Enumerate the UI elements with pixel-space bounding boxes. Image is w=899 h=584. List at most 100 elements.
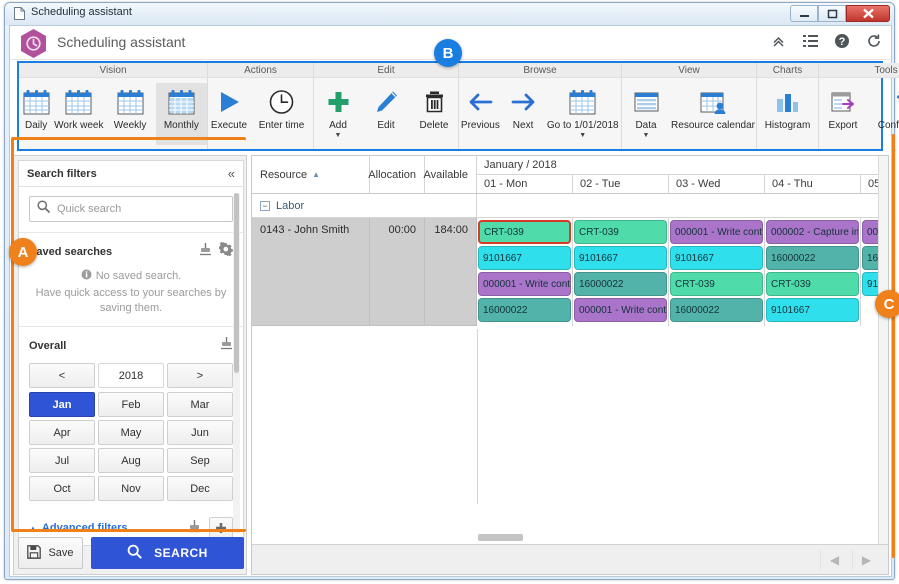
save-button[interactable]: Save bbox=[18, 537, 83, 569]
month-button-aug[interactable]: Aug bbox=[98, 448, 164, 473]
grid-inner-hscrollbar[interactable] bbox=[478, 533, 888, 542]
task-block[interactable]: 9101667 bbox=[670, 246, 763, 270]
chevron-down-icon[interactable]: ▼ bbox=[643, 132, 650, 139]
column-header-available[interactable]: Available bbox=[424, 156, 477, 193]
ribbon-button-label: Configurations bbox=[877, 120, 899, 131]
ribbon-button-resource-calendar[interactable]: Resource calendar bbox=[670, 83, 756, 145]
prev-year-button[interactable]: < bbox=[29, 363, 95, 388]
task-block[interactable]: CRT-039 bbox=[766, 272, 859, 296]
page-next-button[interactable]: ▶ bbox=[852, 548, 880, 571]
ribbon-button-enter-time[interactable]: Enter time bbox=[250, 83, 313, 145]
task-block[interactable]: 16000022 bbox=[766, 246, 859, 270]
task-block[interactable]: 000002 - Capture image bbox=[766, 220, 859, 244]
task-block[interactable]: 000001 - Write content bbox=[478, 272, 571, 296]
help-icon[interactable]: ? bbox=[833, 32, 851, 50]
month-button-sep[interactable]: Sep bbox=[167, 448, 233, 473]
chevron-down-icon[interactable]: ▼ bbox=[579, 132, 586, 139]
day-header-01[interactable]: 01 - Mon bbox=[477, 175, 573, 193]
close-button[interactable] bbox=[846, 5, 890, 22]
page-previous-button[interactable]: ◀ bbox=[820, 548, 848, 571]
task-block[interactable]: 000002 bbox=[862, 220, 878, 244]
ribbon-button-histogram[interactable]: Histogram bbox=[757, 83, 818, 145]
task-block[interactable]: 16000022 bbox=[862, 246, 878, 270]
task-block[interactable]: 9101667 bbox=[862, 272, 878, 296]
day-header-04[interactable]: 04 - Thu bbox=[765, 175, 861, 193]
ribbon-group-tools: Tools Export Conf bbox=[819, 63, 899, 149]
ribbon-button-goto-date[interactable]: Go to 1/01/2018 ▼ bbox=[544, 83, 621, 145]
search-input[interactable]: Quick search bbox=[29, 196, 233, 222]
task-block[interactable]: 9101667 bbox=[574, 246, 667, 270]
ribbon-button-configurations[interactable]: Configurations bbox=[867, 83, 899, 145]
task-block[interactable]: 9101667 bbox=[766, 298, 859, 322]
data-grid-icon bbox=[633, 87, 660, 117]
month-button-apr[interactable]: Apr bbox=[29, 420, 95, 445]
ribbon-button-work-week[interactable]: Work week bbox=[53, 83, 104, 145]
ribbon-button-weekly[interactable]: Weekly bbox=[104, 83, 155, 145]
ribbon-button-export[interactable]: Export bbox=[819, 83, 867, 145]
cell-allocation: 00:00 bbox=[370, 218, 425, 326]
task-block[interactable]: 16000022 bbox=[478, 298, 571, 322]
day-header-03[interactable]: 03 - Wed bbox=[669, 175, 765, 193]
scrollbar-thumb[interactable] bbox=[234, 193, 239, 373]
ribbon-button-delete[interactable]: Delete bbox=[410, 83, 458, 145]
month-button-may[interactable]: May bbox=[98, 420, 164, 445]
group-row-labor[interactable]: − Labor bbox=[252, 194, 878, 218]
day-header-02[interactable]: 02 - Tue bbox=[573, 175, 669, 193]
chevron-down-icon[interactable]: ▼ bbox=[335, 132, 342, 139]
table-row[interactable]: 0143 - John Smith 00:00 184:00 CRT-039 9… bbox=[252, 218, 878, 326]
arrow-left-icon bbox=[467, 87, 494, 117]
refresh-icon[interactable] bbox=[865, 32, 883, 50]
task-block[interactable]: 16000022 bbox=[574, 272, 667, 296]
year-value: 2018 bbox=[98, 363, 164, 388]
clear-filters-icon[interactable] bbox=[199, 242, 212, 261]
chevron-up-icon: ▲ bbox=[29, 523, 37, 533]
ribbon-button-daily[interactable]: Daily bbox=[19, 83, 53, 145]
application-window: Scheduling assistant Scheduling assistan… bbox=[4, 2, 899, 580]
add-filter-button[interactable] bbox=[209, 517, 233, 539]
clear-overall-icon[interactable] bbox=[220, 336, 233, 355]
ribbon-button-next[interactable]: Next bbox=[502, 83, 545, 145]
task-block[interactable]: CRT-039 bbox=[478, 220, 571, 244]
month-button-nov[interactable]: Nov bbox=[98, 476, 164, 501]
column-header-allocation[interactable]: Allocation bbox=[368, 156, 425, 193]
month-button-dec[interactable]: Dec bbox=[167, 476, 233, 501]
day-columns: CRT-039 9101667 000001 - Write content 1… bbox=[477, 218, 878, 326]
task-block[interactable]: 16000022 bbox=[670, 298, 763, 322]
month-button-mar[interactable]: Mar bbox=[167, 392, 233, 417]
advanced-filters-toggle[interactable]: ▲ Advanced filters bbox=[29, 522, 128, 534]
task-block[interactable]: CRT-039 bbox=[670, 272, 763, 296]
day-column-03: 000001 - Write content 9101667 CRT-039 1… bbox=[669, 218, 765, 326]
day-header-05[interactable]: 05 - Fri bbox=[861, 175, 878, 193]
task-block[interactable]: CRT-039 bbox=[574, 220, 667, 244]
month-button-jun[interactable]: Jun bbox=[167, 420, 233, 445]
task-block[interactable]: 000001 - Write content bbox=[670, 220, 763, 244]
collapse-group-icon[interactable]: − bbox=[260, 200, 270, 211]
collapse-panel-icon[interactable]: « bbox=[228, 166, 235, 181]
menu-list-icon[interactable] bbox=[801, 32, 819, 50]
minimize-button[interactable] bbox=[790, 5, 818, 22]
ribbon-button-add[interactable]: Add ▼ bbox=[314, 83, 362, 145]
collapse-ribbon-icon[interactable] bbox=[769, 32, 787, 50]
grid-vertical-scrollbar[interactable] bbox=[878, 156, 888, 544]
ribbon-button-data[interactable]: Data ▼ bbox=[622, 83, 670, 145]
scrollbar-thumb[interactable] bbox=[478, 534, 523, 541]
ribbon-button-edit[interactable]: Edit bbox=[362, 83, 410, 145]
gear-icon[interactable] bbox=[218, 241, 233, 261]
maximize-button[interactable] bbox=[818, 5, 846, 22]
clear-advanced-icon[interactable] bbox=[188, 519, 201, 538]
month-button-jan[interactable]: Jan bbox=[29, 392, 95, 417]
ribbon-button-execute[interactable]: Execute bbox=[208, 83, 250, 145]
task-block[interactable]: 000001 - Write content bbox=[574, 298, 667, 322]
month-button-oct[interactable]: Oct bbox=[29, 476, 95, 501]
search-button[interactable]: SEARCH bbox=[91, 537, 244, 569]
saved-searches-empty-hint: Have quick access to your searches by sa… bbox=[35, 287, 227, 314]
ribbon-button-monthly[interactable]: Monthly bbox=[155, 83, 207, 145]
next-year-button[interactable]: > bbox=[167, 363, 233, 388]
month-button-feb[interactable]: Feb bbox=[98, 392, 164, 417]
histogram-icon bbox=[774, 87, 801, 117]
task-block[interactable]: 9101667 bbox=[478, 246, 571, 270]
filter-panel-scrollbar[interactable] bbox=[233, 193, 240, 533]
ribbon-button-previous[interactable]: Previous bbox=[459, 83, 502, 145]
column-header-resource[interactable]: Resource ▲ bbox=[252, 156, 370, 193]
month-button-jul[interactable]: Jul bbox=[29, 448, 95, 473]
